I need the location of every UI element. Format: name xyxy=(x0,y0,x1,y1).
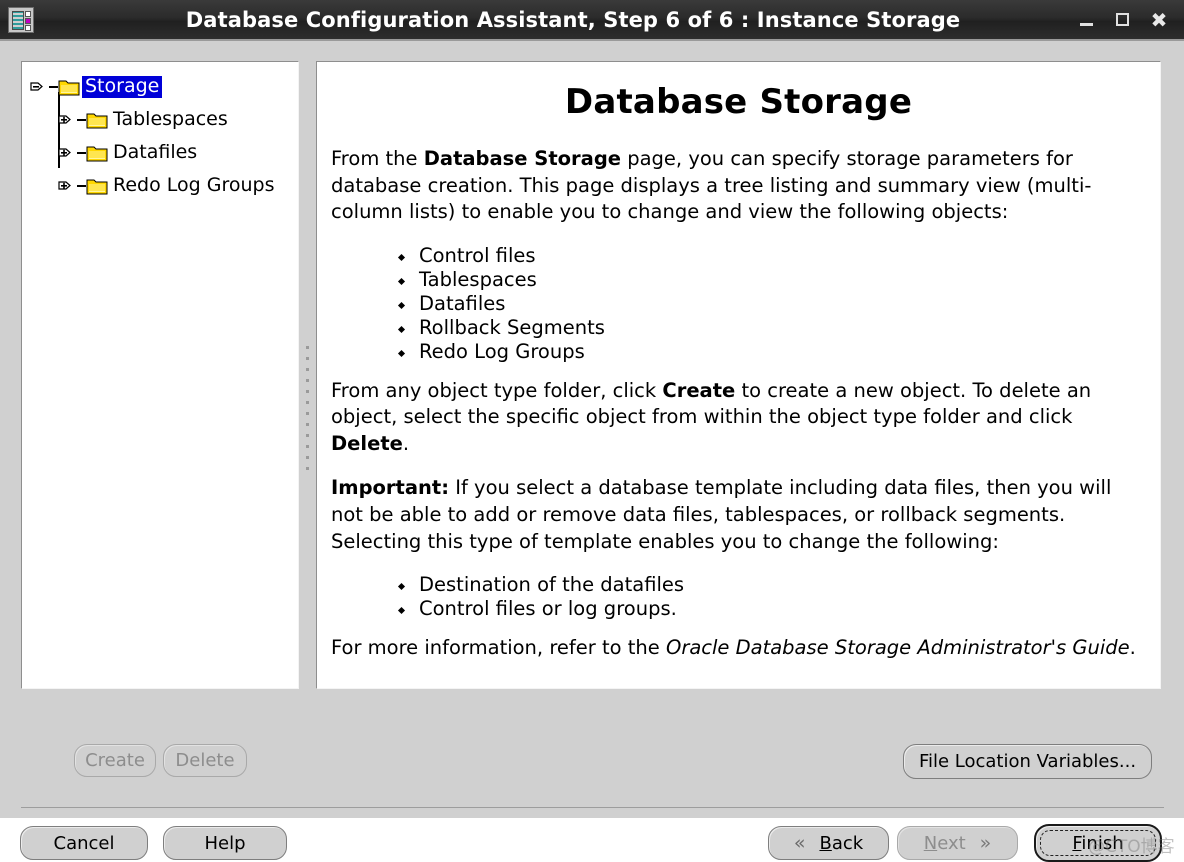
minimize-icon[interactable] xyxy=(1078,11,1096,29)
footer-separator xyxy=(21,807,1164,808)
dbca-window: Database Configuration Assistant, Step 6… xyxy=(0,0,1184,862)
storage-tree: Storage Tablespaces Datafiles Redo Log G… xyxy=(22,62,298,202)
finish-button[interactable]: Finish xyxy=(1034,824,1162,862)
tree-item-tablespaces[interactable]: Tablespaces xyxy=(30,103,298,136)
paragraph-intro-pre: From the xyxy=(331,147,424,170)
tree-connector xyxy=(77,151,86,154)
maximize-icon[interactable] xyxy=(1114,11,1132,29)
chevron-right-double-icon: » xyxy=(979,831,992,854)
back-mnemonic: B xyxy=(819,832,832,854)
circle-plus-icon[interactable] xyxy=(58,177,75,194)
finish-button-label: Finish xyxy=(1072,833,1123,854)
description-content: Database Storage From the Database Stora… xyxy=(317,62,1160,662)
guide-title: Oracle Database Storage Administrator's … xyxy=(665,636,1130,660)
tree-connector xyxy=(77,184,86,187)
window-title: Database Configuration Assistant, Step 6… xyxy=(185,7,961,32)
important-text: If you select a database template includ… xyxy=(331,476,1112,553)
more-info-pre: For more information, refer to the xyxy=(331,636,666,660)
paragraph-important: Important: If you select a database temp… xyxy=(331,475,1146,555)
finish-mnemonic: F xyxy=(1072,832,1082,854)
create-button-label: Create xyxy=(85,750,145,771)
chip-graphic xyxy=(12,10,24,30)
panel-splitter[interactable] xyxy=(303,338,312,470)
tree-label-redo-log-groups[interactable]: Redo Log Groups xyxy=(110,175,277,197)
description-panel: Database Storage From the Database Stora… xyxy=(316,61,1161,689)
chip-square-1 xyxy=(25,10,31,17)
next-button-label: Next xyxy=(924,833,966,854)
more-info-post: . xyxy=(1129,636,1136,660)
delete-button-label: Delete xyxy=(175,750,235,771)
next-rest: ext xyxy=(937,832,966,854)
chevron-left-double-icon: « xyxy=(793,831,806,854)
next-mnemonic: N xyxy=(923,832,938,854)
paragraph-create-post: . xyxy=(402,431,410,455)
tree-item-datafiles[interactable]: Datafiles xyxy=(30,136,298,169)
folder-icon xyxy=(86,111,108,129)
changeable-items-list: Destination of the datafiles Control fil… xyxy=(331,573,1146,621)
tree-item-storage[interactable]: Storage xyxy=(30,70,298,103)
circle-plus-icon[interactable] xyxy=(58,111,75,128)
help-button[interactable]: Help xyxy=(163,826,287,860)
circle-minus-icon[interactable] xyxy=(30,78,47,95)
paragraph-intro-bold: Database Storage xyxy=(423,147,622,170)
delete-button[interactable]: Delete xyxy=(163,744,247,777)
tree-label-storage[interactable]: Storage xyxy=(82,75,163,98)
object-type-list: Control files Tablespaces Datafiles Roll… xyxy=(331,244,1146,364)
window-body: Storage Tablespaces Datafiles Redo Log G… xyxy=(0,43,1184,862)
close-icon[interactable]: ✖ xyxy=(1150,10,1168,30)
important-label: Important: xyxy=(331,476,450,500)
paragraph-more-info: For more information, refer to the Oracl… xyxy=(331,635,1146,662)
list-item: Datafiles xyxy=(397,292,1146,316)
folder-icon xyxy=(86,177,108,195)
paragraph-create-bold: Create xyxy=(662,378,736,402)
folder-icon xyxy=(58,78,80,96)
list-item: Rollback Segments xyxy=(397,316,1146,340)
create-button[interactable]: Create xyxy=(74,744,156,777)
list-item: Control files xyxy=(397,244,1146,268)
page-title: Database Storage xyxy=(564,82,913,122)
title-bar: Database Configuration Assistant, Step 6… xyxy=(0,0,1184,41)
folder-icon xyxy=(86,144,108,162)
tree-item-redo-log-groups[interactable]: Redo Log Groups xyxy=(30,169,298,202)
list-item: Destination of the datafiles xyxy=(397,573,1146,597)
file-location-variables-button[interactable]: File Location Variables... xyxy=(903,744,1152,779)
chip-square-2 xyxy=(25,17,31,24)
back-button[interactable]: « Back xyxy=(768,826,889,860)
paragraph-create-pre: From any object type folder, click xyxy=(331,378,663,402)
paragraph-delete-bold: Delete xyxy=(331,431,403,455)
chip-square-3 xyxy=(25,24,31,31)
storage-tree-panel[interactable]: Storage Tablespaces Datafiles Redo Log G… xyxy=(21,61,299,689)
back-button-label: Back xyxy=(819,833,863,854)
back-rest: ack xyxy=(831,832,864,854)
tree-connector xyxy=(77,118,86,121)
tree-label-tablespaces[interactable]: Tablespaces xyxy=(110,109,231,131)
list-item: Redo Log Groups xyxy=(397,340,1146,364)
circle-plus-icon[interactable] xyxy=(58,144,75,161)
next-button[interactable]: Next » xyxy=(897,826,1018,860)
list-item: Tablespaces xyxy=(397,268,1146,292)
file-location-variables-label: File Location Variables... xyxy=(918,751,1137,772)
tree-connector xyxy=(49,85,58,88)
database-app-icon xyxy=(8,6,34,33)
window-controls: ✖ xyxy=(1078,10,1184,30)
tree-label-datafiles[interactable]: Datafiles xyxy=(110,142,200,164)
finish-rest: inish xyxy=(1081,832,1124,854)
help-button-label: Help xyxy=(204,832,246,854)
list-item: Control files or log groups. xyxy=(397,597,1146,621)
cancel-button[interactable]: Cancel xyxy=(20,826,148,860)
paragraph-intro: From the Database Storage page, you can … xyxy=(331,146,1146,226)
cancel-button-label: Cancel xyxy=(53,832,115,854)
paragraph-create-delete: From any object type folder, click Creat… xyxy=(331,378,1146,458)
